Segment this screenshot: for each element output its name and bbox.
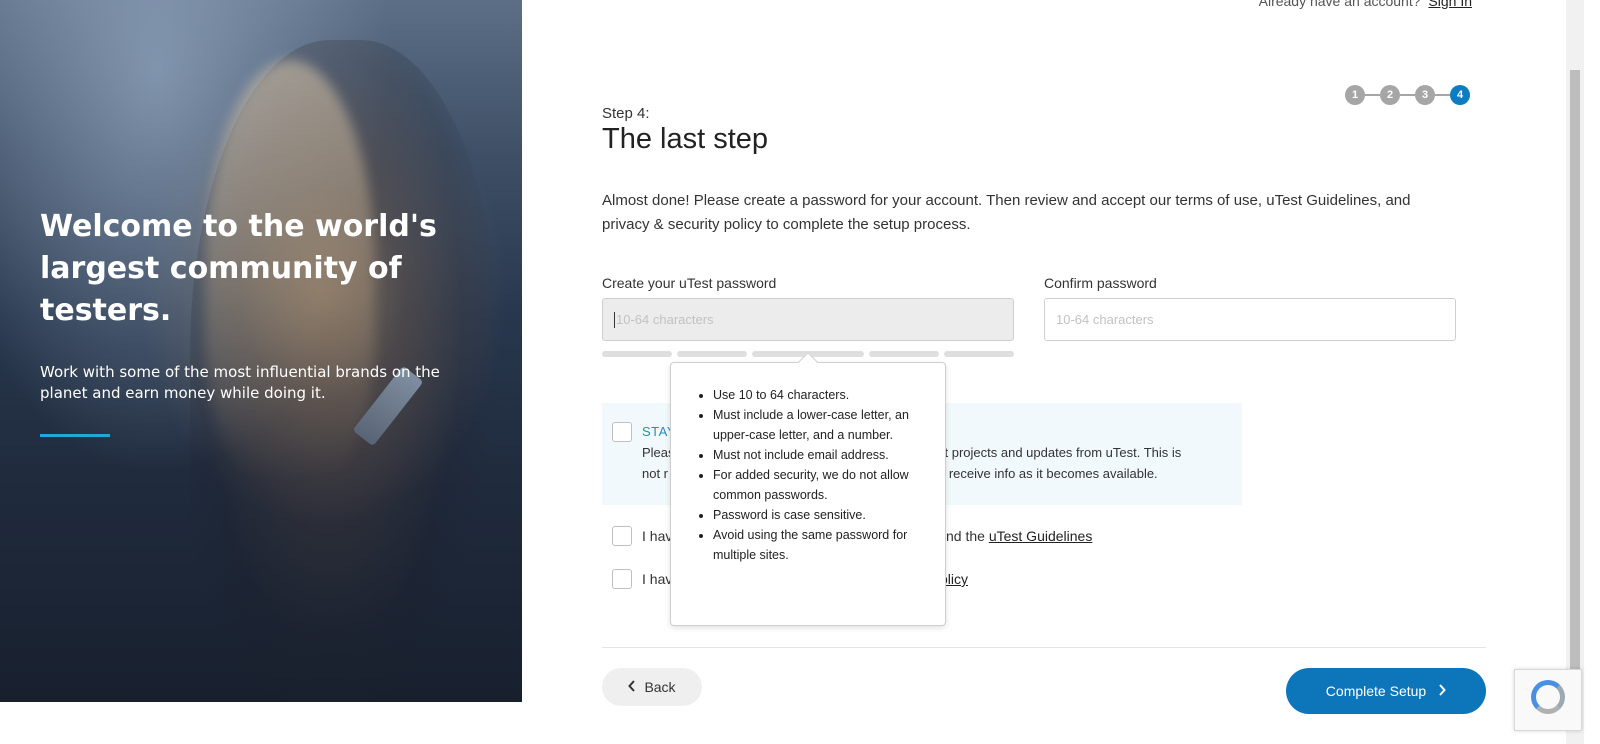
terms-text-connector: nd the [946, 528, 985, 544]
hero-headline: Welcome to the world's largest community… [40, 209, 437, 328]
footer-divider [602, 647, 1486, 648]
confirm-password-placeholder: 10-64 characters [1056, 312, 1154, 327]
step-dot-3: 3 [1415, 85, 1435, 105]
recaptcha-icon [1531, 680, 1565, 714]
password-rule: Password is case sensitive. [713, 505, 925, 525]
signin-link[interactable]: Sign In [1428, 0, 1472, 9]
account-prompt: Already have an account? [1258, 0, 1421, 9]
password-rules-tooltip: Use 10 to 64 characters. Must include a … [670, 352, 946, 626]
password-rule: For added security, we do not allow comm… [713, 465, 925, 505]
privacy-checkbox[interactable] [612, 569, 632, 589]
newsletter-checkbox[interactable] [612, 422, 632, 442]
complete-setup-button[interactable]: Complete Setup [1286, 668, 1486, 714]
password-input[interactable]: 10-64 characters [602, 298, 1014, 341]
newsletter-text-line2-right: o receive info as it becomes available. [938, 466, 1158, 481]
chevron-right-icon [1438, 683, 1447, 699]
step-label: Step 4: [602, 105, 650, 122]
step-connector [1400, 94, 1415, 96]
newsletter-text-line2-left: not r [642, 466, 669, 481]
signin-prompt: Already have an account? Sign In [1259, 0, 1472, 9]
complete-setup-label: Complete Setup [1325, 683, 1427, 699]
confirm-password-label: Confirm password [1044, 275, 1157, 291]
back-button[interactable]: Back [602, 668, 702, 706]
terms-checkbox[interactable] [612, 526, 632, 546]
step-connector [1365, 94, 1380, 96]
hero-panel: Welcome to the world's largest community… [0, 0, 522, 702]
recaptcha-badge[interactable] [1514, 669, 1582, 731]
chevron-left-icon [628, 679, 636, 695]
newsletter-text-line1-right: st projects and updates from uTest. This… [938, 445, 1182, 460]
strength-segment [869, 351, 939, 357]
step-dot-1: 1 [1345, 85, 1365, 105]
confirm-password-input[interactable]: 10-64 characters [1044, 298, 1456, 341]
password-rules-list: Use 10 to 64 characters. Must include a … [693, 385, 925, 565]
privacy-text-left: I hav [642, 571, 673, 587]
hero-accent-bar [40, 434, 110, 437]
text-cursor [614, 311, 615, 328]
password-label: Create your uTest password [602, 275, 777, 291]
back-button-label: Back [644, 679, 676, 695]
step-indicator: 1 2 3 4 [1345, 85, 1470, 105]
hero-subtext: Work with some of the most influential b… [40, 363, 440, 402]
password-placeholder: 10-64 characters [616, 312, 714, 327]
terms-text-left: I hav [642, 528, 673, 544]
page-right-edge [1584, 0, 1600, 744]
strength-segment [677, 351, 747, 357]
page-scrollbar-thumb[interactable] [1570, 70, 1580, 730]
intro-text: Almost done! Please create a password fo… [602, 192, 1411, 233]
utest-guidelines-link[interactable]: uTest Guidelines [989, 528, 1093, 544]
step-connector [1435, 94, 1450, 96]
step-dot-4: 4 [1450, 85, 1470, 105]
strength-segment [602, 351, 672, 357]
password-rule: Must not include email address. [713, 445, 925, 465]
password-rule: Must include a lower-case letter, an upp… [713, 405, 925, 445]
password-rule: Use 10 to 64 characters. [713, 385, 925, 405]
password-rule: Avoid using the same password for multip… [713, 525, 925, 565]
step-dot-2: 2 [1380, 85, 1400, 105]
strength-segment [944, 351, 1014, 357]
page-title: The last step [602, 123, 769, 155]
terms-text-right: nd the uTest Guidelines [946, 528, 1092, 544]
